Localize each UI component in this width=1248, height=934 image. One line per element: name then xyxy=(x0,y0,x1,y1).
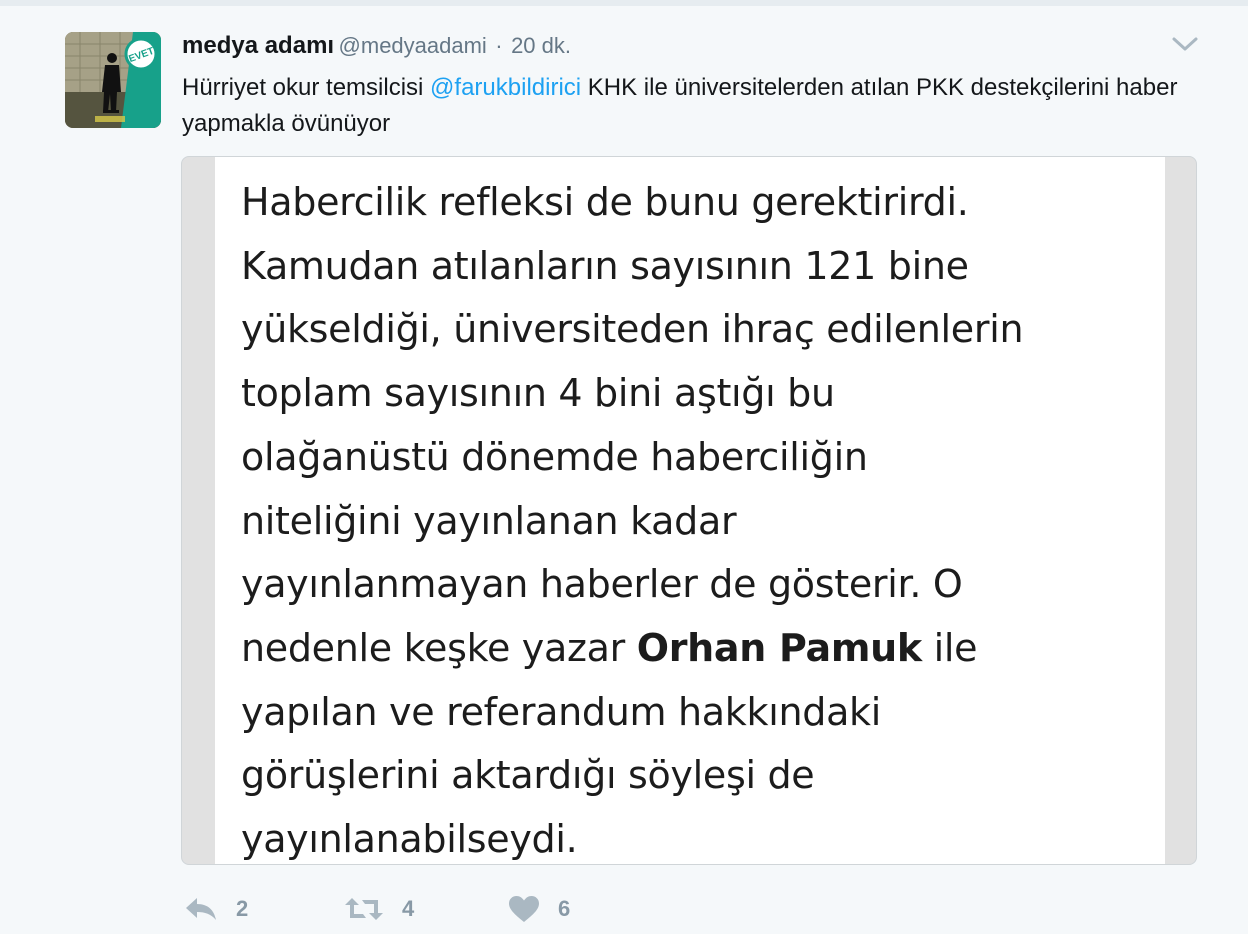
media-line: yükseldiği, üniversiteden ihraç edilenle… xyxy=(241,307,1024,352)
more-options-caret[interactable] xyxy=(1171,34,1199,54)
tweet-header: medya adamı @medyaadami · 20 dk. xyxy=(182,32,571,62)
like-count: 6 xyxy=(558,896,571,921)
media-line: görüşlerini aktardığı söyleşi de xyxy=(241,753,815,798)
media-line: niteliğini yayınlanan kadar xyxy=(241,498,737,543)
media-line: toplam sayısının 4 bini aştığı bu xyxy=(241,371,835,416)
retweet-button[interactable]: 4 xyxy=(344,892,414,926)
mention-link[interactable]: @farukbildirici xyxy=(430,74,581,101)
tweet-text: Hürriyet okur temsilcisi @farukbildirici… xyxy=(182,70,1192,142)
reply-icon xyxy=(186,898,216,920)
avatar-image: EVET xyxy=(65,32,161,128)
tweet-text-start: Hürriyet okur temsilcisi xyxy=(182,74,431,101)
media-line: nedenle keşke yazar Orhan Pamuk ile xyxy=(241,617,1161,681)
tweet-card[interactable]: EVET medya adamı @medyaadami · 20 dk. Hü… xyxy=(0,6,1248,934)
media-line: Habercilik refleksi de bunu gerektirirdi… xyxy=(241,180,969,224)
tweet-media[interactable]: Habercilik refleksi de bunu gerektirirdi… xyxy=(181,156,1197,865)
media-line: olağanüstü dönemde haberciliğin xyxy=(241,434,868,479)
reply-button[interactable]: 2 xyxy=(184,892,248,926)
media-text-image: Habercilik refleksi de bunu gerektirirdi… xyxy=(215,157,1165,864)
media-text: Habercilik refleksi de bunu gerektirirdi… xyxy=(241,171,1161,864)
media-bold-name: Orhan Pamuk xyxy=(636,625,922,670)
retweet-count: 4 xyxy=(402,896,415,921)
media-line: yayınlanmayan haberler de gösterir. O xyxy=(241,562,963,607)
separator: · xyxy=(495,33,503,58)
media-line-end: ile xyxy=(921,625,978,670)
media-line-start: nedenle keşke yazar xyxy=(241,625,637,670)
author-name[interactable]: medya adamı xyxy=(182,32,334,59)
like-button[interactable]: 6 xyxy=(508,892,570,926)
media-line: yayınlanabilseydi. xyxy=(241,817,578,862)
timestamp[interactable]: 20 dk. xyxy=(511,33,571,58)
media-line: Kamudan atılanların sayısının 121 bine xyxy=(241,243,969,288)
author-handle[interactable]: @medyaadami xyxy=(339,33,487,58)
retweet-icon xyxy=(345,898,383,920)
heart-icon xyxy=(509,896,539,922)
reply-count: 2 xyxy=(236,896,249,921)
media-line: yapılan ve referandum hakkındaki xyxy=(241,689,882,734)
avatar[interactable]: EVET xyxy=(65,32,161,128)
chevron-down-icon xyxy=(1172,37,1198,51)
